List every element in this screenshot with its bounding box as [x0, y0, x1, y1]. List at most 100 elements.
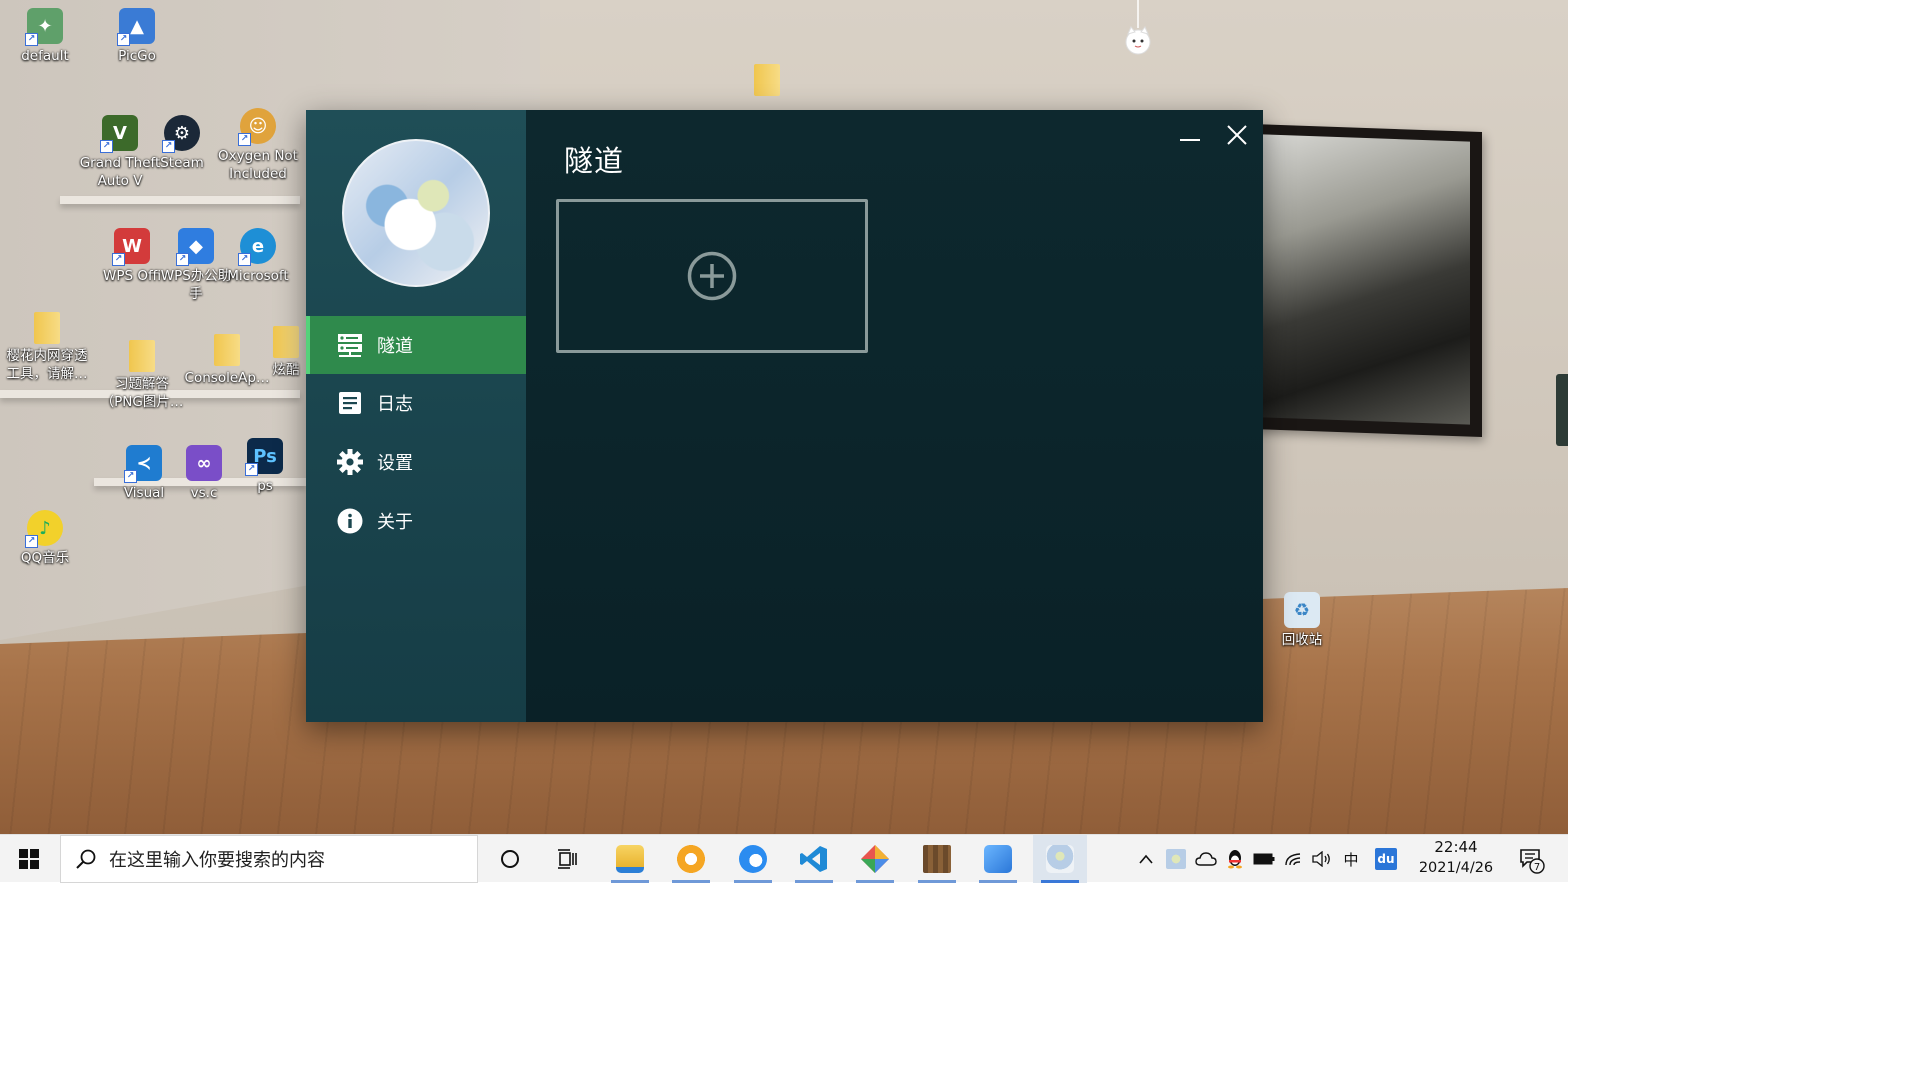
file-explorer-icon: [616, 845, 644, 873]
action-center-button[interactable]: 7: [1510, 835, 1550, 883]
clock-date: 2021/4/26: [1418, 860, 1494, 876]
close-button[interactable]: [1217, 120, 1257, 152]
start-button[interactable]: [0, 835, 58, 883]
tray-volume[interactable]: [1308, 835, 1336, 883]
plus-circle-icon: [687, 251, 737, 301]
desktop-icon-label: ConsoleAp…: [184, 370, 270, 386]
diamond-app-icon: [861, 845, 889, 873]
clock-time: 22:44: [1434, 838, 1478, 856]
picgo-icon: [984, 845, 1012, 873]
cortana-button[interactable]: [490, 835, 530, 883]
qq-penguin-icon: [1228, 850, 1242, 869]
tray-onedrive[interactable]: [1192, 835, 1220, 883]
windows-icon: [19, 849, 39, 869]
gta-icon: V ↗: [100, 115, 138, 153]
desktop-icon-label: 炫酷: [272, 362, 300, 378]
taskbar-app-file-explorer[interactable]: [603, 835, 657, 883]
taskbar-app-vscode[interactable]: [787, 835, 841, 883]
nav-item-tunnel[interactable]: 隧道: [306, 316, 526, 374]
desktop-icon-oxygen[interactable]: ☺ ↗ Oxygen Not Included: [208, 108, 308, 183]
taskbar-app-tunnel-active[interactable]: [1033, 835, 1087, 883]
nav-item-log[interactable]: 日志: [306, 374, 526, 432]
wps-icon: W ↗: [112, 228, 150, 266]
qq-browser-icon: [677, 845, 705, 873]
desktop-icon-recycle-bin[interactable]: ♻ 回收站: [1260, 592, 1344, 649]
minimize-icon: [1180, 139, 1200, 141]
desktop-icon-exercise-folder[interactable]: 习题解答（PNG图片…: [100, 340, 184, 411]
edge-icon: [739, 845, 767, 873]
side-widget[interactable]: [1556, 374, 1568, 446]
sidebar: 隧道 日志 设置 关于: [306, 110, 526, 722]
minimize-button[interactable]: [1170, 120, 1210, 152]
taskbar-app-sourcetree[interactable]: [848, 835, 902, 883]
wps-helper-icon: ◆ ↗: [176, 228, 214, 266]
desktop-icon-consoleapp-folder[interactable]: ConsoleAp…: [182, 334, 272, 387]
desktop-icon-xuanku[interactable]: 炫酷: [266, 326, 306, 379]
photoshop-icon: Ps ↗: [245, 438, 283, 476]
user-avatar[interactable]: [342, 139, 490, 287]
visual-studio-icon: ∞: [186, 445, 222, 481]
desktop-icon-label: 樱花内网穿透工具，请解…: [6, 348, 88, 382]
desktop-icon-ps[interactable]: Ps ↗ ps: [223, 438, 307, 495]
recycle-bin-icon: ♻: [1284, 592, 1320, 628]
battery-icon: [1253, 853, 1275, 865]
tray-baidu[interactable]: du: [1372, 835, 1400, 883]
app-icon: ✦ ↗: [25, 8, 63, 46]
nav-item-settings[interactable]: 设置: [306, 433, 526, 491]
tray-qq[interactable]: [1221, 835, 1249, 883]
desktop-icon-picgo[interactable]: ▲ ↗ PicGo: [95, 8, 179, 65]
desktop-icon-label: Oxygen Not Included: [218, 148, 298, 182]
tunnel-app-window: 隧道 日志 设置 关于 隧道: [306, 110, 1263, 722]
document-icon: [337, 390, 363, 416]
desktop-folder[interactable]: [753, 64, 781, 99]
gear-icon: [337, 449, 363, 475]
nav-label: 日志: [377, 394, 413, 415]
taskbar-app-qq-browser[interactable]: [664, 835, 718, 883]
folder-icon: [273, 326, 299, 358]
folder-icon: [129, 340, 155, 372]
oxygen-not-included-icon: ☺ ↗: [238, 108, 276, 146]
tray-wifi[interactable]: [1280, 835, 1308, 883]
add-tunnel-card[interactable]: [556, 199, 868, 353]
tray-overflow-button[interactable]: [1134, 835, 1158, 883]
desktop-icon-label: PicGo: [118, 48, 156, 64]
tray-battery[interactable]: [1250, 835, 1278, 883]
search-icon: [76, 849, 96, 869]
baidu-icon: du: [1375, 848, 1397, 870]
crafting-table-icon: [923, 845, 951, 873]
desktop-icon-edge[interactable]: e ↗ Microsoft: [216, 228, 300, 285]
search-placeholder: 在这里输入你要搜索的内容: [109, 850, 325, 871]
cat-ornament: [1124, 0, 1152, 56]
edge-icon: e ↗: [238, 228, 276, 266]
desktop-icon-label: QQ音乐: [20, 550, 70, 566]
taskbar-app-edge[interactable]: [726, 835, 780, 883]
info-icon: [337, 508, 363, 534]
desktop-icon-default[interactable]: ✦ ↗ default: [3, 8, 87, 65]
desktop-icon-qqmusic[interactable]: ♪ ↗ QQ音乐: [3, 510, 87, 567]
tray-app-avatar[interactable]: [1162, 835, 1190, 883]
taskbar-app-picgo[interactable]: [971, 835, 1025, 883]
task-view-icon: [558, 849, 577, 869]
task-view-button[interactable]: [548, 835, 588, 883]
desktop-icon-sakura-folder[interactable]: 樱花内网穿透工具，请解…: [2, 312, 92, 383]
wallpaper-picture-frame: [1250, 123, 1482, 438]
vscode-icon: ≺ ↗: [124, 445, 162, 483]
taskbar-search-box[interactable]: 在这里输入你要搜索的内容: [60, 835, 478, 883]
taskbar: 在这里输入你要搜索的内容 中 du 22:44 2021/4/26 7: [0, 834, 1568, 883]
vscode-icon: [800, 846, 827, 872]
taskbar-clock[interactable]: 22:44 2021/4/26: [1408, 837, 1504, 879]
folder-icon: [34, 312, 60, 344]
close-icon: [1227, 125, 1247, 145]
taskbar-app-minecraft[interactable]: [910, 835, 964, 883]
desktop-icon-label: Microsoft: [227, 268, 289, 284]
main-panel: 隧道: [526, 110, 1263, 722]
qq-music-icon: ♪ ↗: [25, 510, 63, 548]
nav-label: 关于: [377, 512, 413, 533]
tray-ime[interactable]: 中: [1337, 835, 1365, 883]
nav-item-about[interactable]: 关于: [306, 492, 526, 550]
desktop-icon-label: default: [21, 48, 69, 64]
speaker-icon: [1312, 851, 1330, 867]
chevron-up-icon: [1139, 854, 1153, 864]
desktop-icon-label: 习题解答（PNG图片…: [100, 376, 184, 410]
notification-icon: 7: [1520, 849, 1545, 874]
